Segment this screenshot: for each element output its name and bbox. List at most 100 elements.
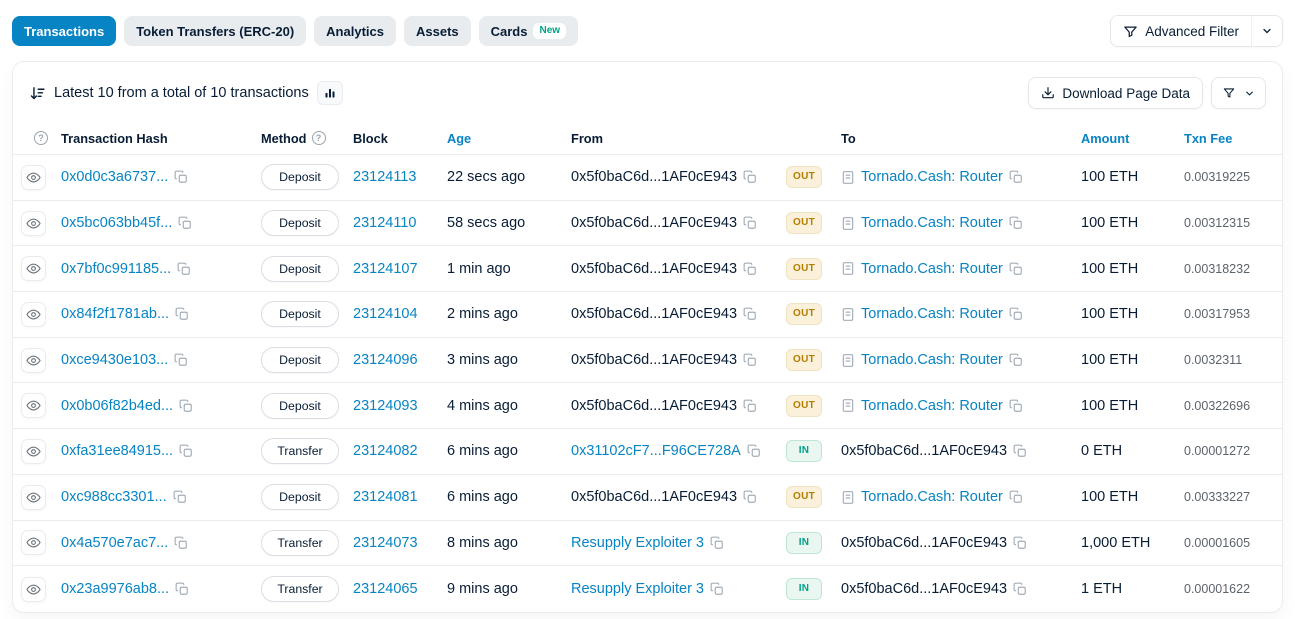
from-address[interactable]: 0x5f0baC6d...1AF0cE943 <box>571 352 737 368</box>
copy-icon[interactable] <box>1013 582 1027 596</box>
copy-icon[interactable] <box>747 444 761 458</box>
tx-hash-link[interactable]: 0x0d0c3a6737... <box>61 169 168 185</box>
header-txn-fee[interactable]: Txn Fee <box>1184 131 1274 146</box>
tx-hash-link[interactable]: 0x5bc063bb45f... <box>61 215 172 231</box>
tab-assets[interactable]: Assets <box>404 16 471 46</box>
copy-icon[interactable] <box>1009 170 1023 184</box>
copy-icon[interactable] <box>1009 307 1023 321</box>
from-address[interactable]: 0x31102cF7...F96CE728A <box>571 443 741 459</box>
eye-button[interactable] <box>21 165 46 190</box>
copy-icon[interactable] <box>175 307 189 321</box>
download-page-data-button[interactable]: Download Page Data <box>1028 77 1203 109</box>
copy-icon[interactable] <box>1013 536 1027 550</box>
to-address[interactable]: Tornado.Cash: Router <box>861 261 1003 277</box>
copy-icon[interactable] <box>177 262 191 276</box>
copy-icon[interactable] <box>174 170 188 184</box>
eye-button[interactable] <box>21 577 46 602</box>
method-button[interactable]: Deposit <box>261 484 339 510</box>
method-button[interactable]: Transfer <box>261 576 339 602</box>
eye-button[interactable] <box>21 439 46 464</box>
copy-icon[interactable] <box>743 353 757 367</box>
to-address[interactable]: Tornado.Cash: Router <box>861 306 1003 322</box>
block-link[interactable]: 23124104 <box>353 306 418 322</box>
bar-chart-icon-button[interactable] <box>317 81 343 105</box>
method-button[interactable]: Transfer <box>261 530 339 556</box>
header-age[interactable]: Age <box>447 131 571 146</box>
tx-hash-link[interactable]: 0xfa31ee84915... <box>61 443 173 459</box>
copy-icon[interactable] <box>174 353 188 367</box>
tx-hash-link[interactable]: 0x0b06f82b4ed... <box>61 398 173 414</box>
block-link[interactable]: 23124093 <box>353 398 418 414</box>
method-button[interactable]: Deposit <box>261 347 339 373</box>
tab-transactions[interactable]: Transactions <box>12 16 116 46</box>
eye-button[interactable] <box>21 211 46 236</box>
from-address[interactable]: Resupply Exploiter 3 <box>571 535 704 551</box>
question-circle-icon[interactable]: ? <box>34 131 48 145</box>
method-button[interactable]: Deposit <box>261 256 339 282</box>
from-address[interactable]: 0x5f0baC6d...1AF0cE943 <box>571 169 737 185</box>
copy-icon[interactable] <box>175 582 189 596</box>
method-button[interactable]: Deposit <box>261 164 339 190</box>
to-address[interactable]: 0x5f0baC6d...1AF0cE943 <box>841 443 1007 459</box>
copy-icon[interactable] <box>179 399 193 413</box>
block-link[interactable]: 23124065 <box>353 581 418 597</box>
method-button[interactable]: Deposit <box>261 301 339 327</box>
copy-icon[interactable] <box>743 307 757 321</box>
eye-button[interactable] <box>21 485 46 510</box>
advanced-filter-button[interactable]: Advanced Filter <box>1111 16 1251 46</box>
to-address[interactable]: Tornado.Cash: Router <box>861 398 1003 414</box>
block-link[interactable]: 23124082 <box>353 443 418 459</box>
question-circle-icon[interactable]: ? <box>312 131 326 145</box>
copy-icon[interactable] <box>743 170 757 184</box>
from-address[interactable]: 0x5f0baC6d...1AF0cE943 <box>571 261 737 277</box>
eye-button[interactable] <box>21 348 46 373</box>
copy-icon[interactable] <box>1013 444 1027 458</box>
eye-button[interactable] <box>21 302 46 327</box>
eye-button[interactable] <box>21 530 46 555</box>
from-address[interactable]: Resupply Exploiter 3 <box>571 581 704 597</box>
block-link[interactable]: 23124081 <box>353 489 418 505</box>
copy-icon[interactable] <box>1009 353 1023 367</box>
tab-token-transfers-erc-20[interactable]: Token Transfers (ERC-20) <box>124 16 306 46</box>
tab-analytics[interactable]: Analytics <box>314 16 396 46</box>
from-address[interactable]: 0x5f0baC6d...1AF0cE943 <box>571 489 737 505</box>
table-filter-button[interactable] <box>1211 77 1266 109</box>
sort-descending-icon[interactable] <box>29 85 46 102</box>
header-amount[interactable]: Amount <box>1081 131 1184 146</box>
tx-hash-link[interactable]: 0x84f2f1781ab... <box>61 306 169 322</box>
to-address[interactable]: Tornado.Cash: Router <box>861 169 1003 185</box>
block-link[interactable]: 23124107 <box>353 261 418 277</box>
copy-icon[interactable] <box>174 536 188 550</box>
eye-button[interactable] <box>21 393 46 418</box>
tab-cards[interactable]: CardsNew <box>479 16 578 46</box>
to-address[interactable]: Tornado.Cash: Router <box>861 352 1003 368</box>
advanced-filter-caret-button[interactable] <box>1251 16 1282 46</box>
method-button[interactable]: Deposit <box>261 210 339 236</box>
method-button[interactable]: Deposit <box>261 393 339 419</box>
copy-icon[interactable] <box>1009 490 1023 504</box>
tx-hash-link[interactable]: 0xc988cc3301... <box>61 489 167 505</box>
tx-hash-link[interactable]: 0x4a570e7ac7... <box>61 535 168 551</box>
tx-hash-link[interactable]: 0x23a9976ab8... <box>61 581 169 597</box>
from-address[interactable]: 0x5f0baC6d...1AF0cE943 <box>571 398 737 414</box>
eye-button[interactable] <box>21 256 46 281</box>
copy-icon[interactable] <box>1009 262 1023 276</box>
copy-icon[interactable] <box>743 216 757 230</box>
copy-icon[interactable] <box>179 444 193 458</box>
from-address[interactable]: 0x5f0baC6d...1AF0cE943 <box>571 306 737 322</box>
copy-icon[interactable] <box>1009 216 1023 230</box>
to-address[interactable]: Tornado.Cash: Router <box>861 489 1003 505</box>
tx-hash-link[interactable]: 0x7bf0c991185... <box>61 261 171 277</box>
copy-icon[interactable] <box>743 490 757 504</box>
block-link[interactable]: 23124113 <box>353 169 416 185</box>
copy-icon[interactable] <box>178 216 192 230</box>
copy-icon[interactable] <box>173 490 187 504</box>
copy-icon[interactable] <box>710 582 724 596</box>
method-button[interactable]: Transfer <box>261 438 339 464</box>
to-address[interactable]: 0x5f0baC6d...1AF0cE943 <box>841 535 1007 551</box>
from-address[interactable]: 0x5f0baC6d...1AF0cE943 <box>571 215 737 231</box>
copy-icon[interactable] <box>743 399 757 413</box>
block-link[interactable]: 23124110 <box>353 215 416 231</box>
to-address[interactable]: 0x5f0baC6d...1AF0cE943 <box>841 581 1007 597</box>
block-link[interactable]: 23124073 <box>353 535 418 551</box>
